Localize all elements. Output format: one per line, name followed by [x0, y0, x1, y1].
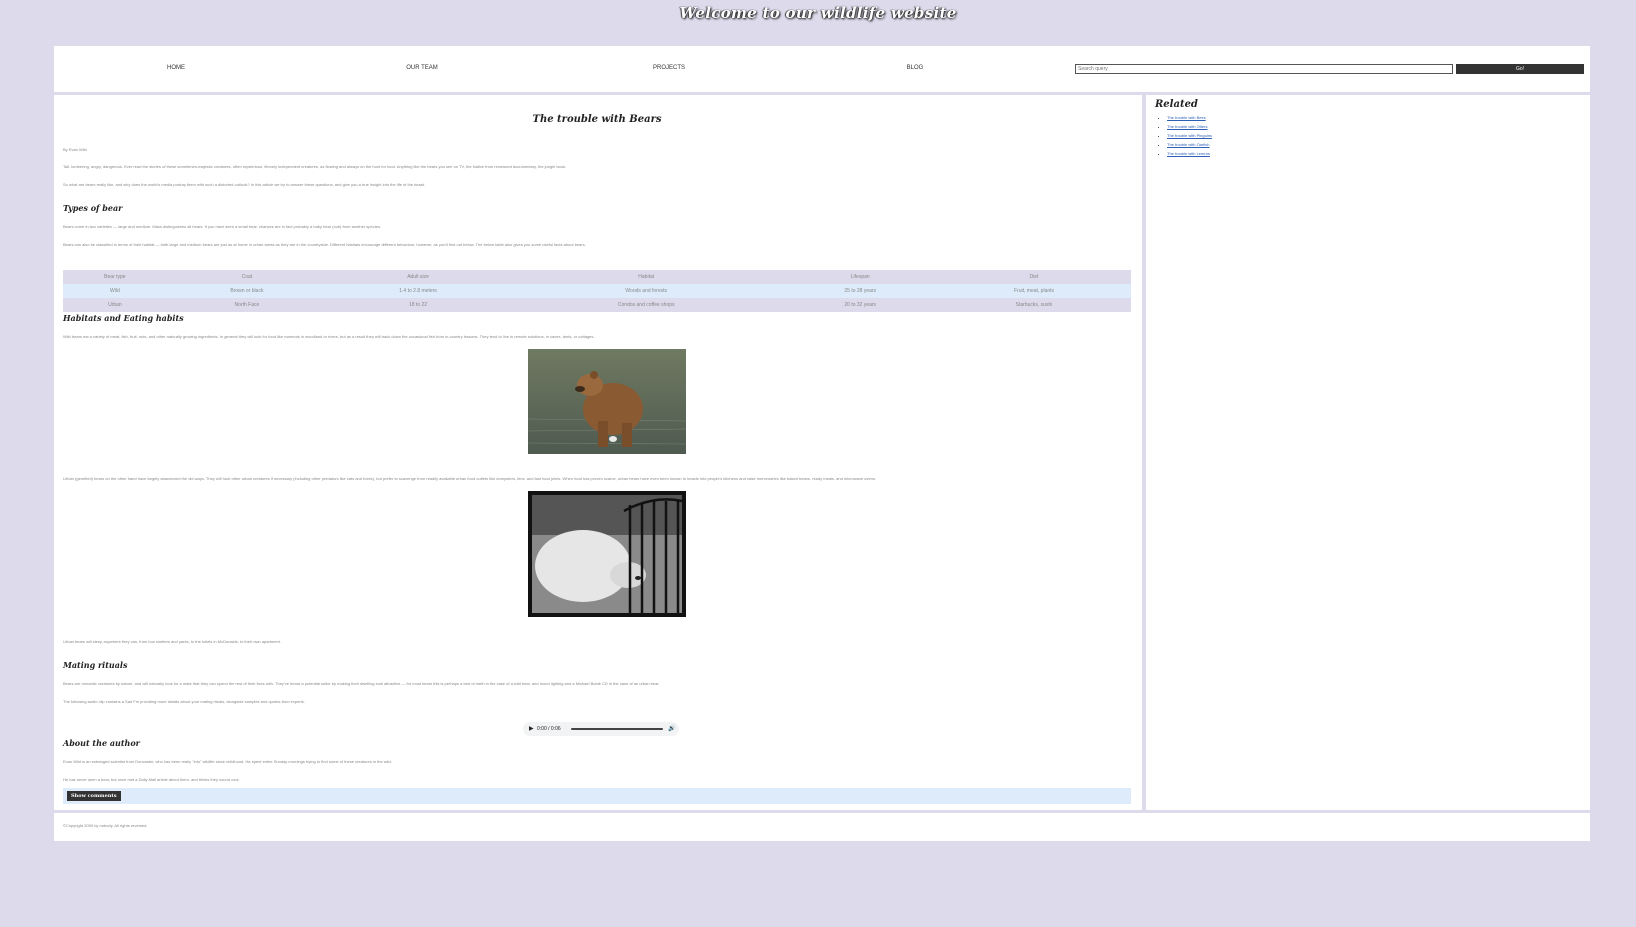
table-cell: 25 to 28 years	[844, 288, 877, 294]
author-paragraph-2: He has never seen a bear, but once met a…	[63, 777, 240, 782]
habitats-heading: Habitats and Eating habits	[63, 313, 184, 323]
table-cell: North Face	[234, 302, 260, 308]
sidebar: Related The trouble with Bees The troubl…	[1146, 95, 1590, 856]
volume-icon[interactable]: 🔊	[668, 725, 675, 732]
types-paragraph-1: Bears come in two varieties — large and …	[63, 224, 381, 229]
show-comments-button[interactable]: Show comments	[67, 791, 121, 801]
mating-heading: Mating rituals	[63, 660, 128, 670]
play-icon[interactable]: ▶	[529, 725, 534, 732]
table-cell: Urban	[108, 302, 122, 308]
nav-projects-link[interactable]: PROJECTS	[639, 65, 699, 71]
table-header-cell: Habitat	[638, 274, 655, 280]
table-header-cell: Bear type	[104, 274, 126, 280]
table-cell: Fruit, meat, plants	[1014, 288, 1055, 294]
related-link-bees[interactable]: The trouble with Bees	[1167, 115, 1206, 120]
table-header-cell: Lifespan	[850, 274, 870, 280]
list-item: The trouble with Lemurs	[1167, 149, 1212, 158]
bear-facts-table: Bear type Coat Adult size Habitat Lifesp…	[63, 270, 1131, 312]
table-header-row: Bear type Coat Adult size Habitat Lifesp…	[63, 270, 1131, 284]
nav-our-team-link[interactable]: OUR TEAM	[392, 65, 452, 71]
navbar: HOME OUR TEAM PROJECTS BLOG Go!	[54, 46, 1590, 95]
article-byline: By Evan Wild	[63, 147, 87, 152]
table-cell: 20 to 32 years	[844, 302, 877, 308]
author-heading: About the author	[63, 738, 140, 748]
audio-player[interactable]: ▶ 0:00 / 0:06 🔊	[523, 722, 679, 736]
table-cell: 1.4 to 2.8 meters	[399, 288, 437, 294]
mating-paragraph-2: The following audio clip contains a Sad …	[63, 699, 305, 704]
article-title: The trouble with Bears	[532, 114, 662, 125]
related-links-list: The trouble with Bees The trouble with O…	[1155, 113, 1212, 158]
author-paragraph-1: Evan Wild is an estranged scientist from…	[63, 759, 392, 764]
related-heading: Related	[1155, 99, 1198, 110]
nav-blog-link[interactable]: BLOG	[885, 65, 945, 71]
table-row: Wild Brown or black 1.4 to 2.8 meters Wo…	[63, 284, 1131, 298]
table-cell: Condos and coffee shops	[617, 302, 675, 308]
list-item: The trouble with Oarfish	[1167, 140, 1212, 149]
nav-home-link[interactable]: HOME	[146, 65, 206, 71]
search-button[interactable]: Go!	[1456, 64, 1584, 74]
list-item: The trouble with Otters	[1167, 122, 1212, 131]
related-link-otters[interactable]: The trouble with Otters	[1167, 124, 1207, 129]
polar-bear-photo	[528, 491, 686, 617]
habitats-paragraph-2: Urban (genrified) bears on the other han…	[63, 476, 876, 481]
intro-paragraph-1: Tall, lumbering, angry, dangerous. Ever …	[63, 164, 567, 169]
main-content: The trouble with Bears By Evan Wild Tall…	[54, 95, 1146, 856]
table-cell: Woods and forests	[625, 288, 668, 294]
table-header-cell: Adult size	[407, 274, 429, 280]
intro-paragraph-2: So what are bears really like, and why d…	[63, 182, 426, 187]
list-item: The trouble with Pinguins	[1167, 131, 1212, 140]
copyright-text: ©Copyright 2050 by nobody. All rights re…	[63, 823, 148, 828]
types-paragraph-2: Bears can also be classified in terms of…	[63, 242, 586, 247]
related-link-oarfish[interactable]: The trouble with Oarfish	[1167, 142, 1209, 147]
table-cell: Starbucks, sushi	[1015, 302, 1053, 308]
audio-time: 0:00 / 0:06	[537, 726, 561, 732]
list-item: The trouble with Bees	[1167, 113, 1212, 122]
related-link-pinguins[interactable]: The trouble with Pinguins	[1167, 133, 1212, 138]
page-wrapper: HOME OUR TEAM PROJECTS BLOG Go! The trou…	[54, 46, 1590, 856]
table-header-cell: Coat	[241, 274, 253, 280]
brown-bear-photo	[528, 349, 686, 454]
mating-paragraph-1: Bears are romantic creatures by nature, …	[63, 681, 660, 686]
table-cell: Wild	[110, 288, 120, 294]
table-cell: Brown or black	[230, 288, 264, 294]
table-header-cell: Diet	[1029, 274, 1039, 280]
table-cell: 18 to 22	[408, 302, 428, 308]
comments-section: Show comments	[63, 788, 1131, 804]
table-row: Urban North Face 18 to 22 Condos and cof…	[63, 298, 1131, 312]
types-heading: Types of bear	[63, 203, 123, 213]
habitats-paragraph-1: Wild bears eat a variety of meat, fish, …	[63, 334, 595, 339]
habitats-paragraph-3: Urban bears will sleep anywhere they can…	[63, 639, 281, 644]
footer: ©Copyright 2050 by nobody. All rights re…	[54, 810, 1590, 841]
related-link-lemurs[interactable]: The trouble with Lemurs	[1167, 151, 1210, 156]
site-title: Welcome to our wildlife website	[679, 4, 957, 22]
brown-bear-illustration	[528, 349, 686, 454]
polar-bear-illustration	[528, 491, 686, 617]
search-input[interactable]	[1075, 64, 1453, 74]
audio-progress-track[interactable]	[571, 728, 663, 730]
